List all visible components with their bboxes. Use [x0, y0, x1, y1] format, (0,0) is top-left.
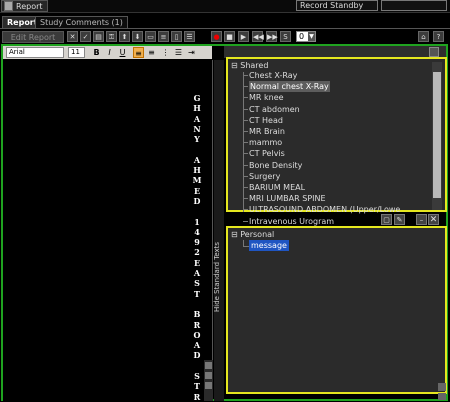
print-icon[interactable]: ▤ — [93, 31, 104, 42]
tree-line — [243, 153, 248, 154]
font-select[interactable]: Arial — [6, 47, 64, 58]
minimize-icon[interactable]: – — [416, 214, 427, 225]
tree-line — [243, 198, 248, 199]
tree-line — [243, 75, 248, 76]
hide-standard-texts-label[interactable]: Hide Standard Texts — [213, 242, 221, 312]
tree-line — [243, 209, 248, 210]
tree-line — [243, 120, 248, 121]
personal-root-label: Personal — [240, 230, 275, 239]
tree-line — [243, 187, 248, 188]
shared-item[interactable]: CT Head — [249, 115, 283, 126]
shared-item[interactable]: MR knee — [249, 92, 284, 103]
personal-item-message[interactable]: message — [249, 240, 289, 251]
tree-line — [243, 165, 248, 166]
bold-button[interactable]: B — [91, 47, 102, 58]
close-icon[interactable]: ✕ — [428, 214, 439, 225]
italic-button[interactable]: I — [104, 47, 115, 58]
move-down-icon[interactable]: ⬇ — [132, 31, 143, 42]
shared-item[interactable]: CT Pelvis — [249, 148, 285, 159]
edit-text-icon[interactable]: ✎ — [394, 214, 405, 225]
personal-texts-panel — [226, 226, 447, 394]
resize-handle[interactable] — [438, 383, 446, 391]
toolbar: Edit Report ✕ ✓ ▤ ⚿ ⬆ ⬇ ▭ ≡ ▯ ☰ ● ■ ▶ ◀◀… — [0, 31, 450, 44]
shared-item[interactable]: Normal chest X-Ray — [249, 81, 330, 92]
shared-item[interactable]: mammo — [249, 137, 282, 148]
report-icon — [4, 1, 13, 11]
numbered-list-icon[interactable]: ⋮ — [160, 47, 171, 58]
underline-button[interactable]: U — [117, 47, 128, 58]
move-up-icon[interactable]: ⬆ — [119, 31, 130, 42]
status-field-empty — [381, 0, 447, 11]
stop-icon[interactable]: ■ — [224, 31, 235, 42]
tree-line — [243, 176, 248, 177]
help-button[interactable]: ? — [433, 31, 444, 42]
rewind-icon[interactable]: ◀◀ — [252, 31, 264, 42]
shared-item[interactable]: CT abdomen — [249, 104, 300, 115]
editor-scrollbar[interactable] — [204, 360, 213, 401]
end-icon[interactable]: S — [280, 31, 291, 42]
shared-item[interactable]: Surgery — [249, 171, 280, 182]
collapse-icon[interactable]: ⊟ — [231, 230, 238, 239]
properties-icon[interactable]: ☰ — [184, 31, 195, 42]
shared-item[interactable]: Chest X-Ray — [249, 70, 297, 81]
format-bar: Arial 11 B I U ≡ ≡ ⋮ ☰ ⇥ — [3, 46, 212, 59]
new-text-icon[interactable]: ▢ — [381, 214, 392, 225]
shared-item[interactable]: ULTRASOUND ABDOMEN (Upper/Lowe — [249, 204, 400, 215]
document-icon[interactable]: ▯ — [171, 31, 182, 42]
tools-icon[interactable]: ✕ — [67, 31, 78, 42]
record-status-field: Record Standby — [296, 0, 378, 11]
scroll-down-icon[interactable] — [205, 372, 212, 379]
collapse-icon[interactable]: ⊟ — [231, 61, 238, 70]
record-icon[interactable]: ● — [211, 31, 222, 42]
settings-icon[interactable]: ⌂ — [418, 31, 429, 42]
shared-root[interactable]: ⊟ Shared — [231, 61, 268, 70]
chevron-down-icon[interactable]: ▼ — [308, 32, 315, 41]
tab-divider — [0, 28, 450, 29]
scroll-bottom-icon[interactable] — [205, 382, 212, 389]
shared-item[interactable]: Bone Density — [249, 160, 302, 171]
page-icon[interactable]: ▭ — [145, 31, 156, 42]
patient-address-text: GHANYAHMED1492EASTBROADSTR — [192, 93, 202, 402]
report-menu-button[interactable]: Report — [1, 0, 48, 12]
align-left-icon[interactable]: ≡ — [133, 47, 144, 58]
align-center-icon[interactable]: ≡ — [146, 47, 157, 58]
panel-menu-icon[interactable] — [429, 47, 439, 57]
tree-line — [243, 131, 248, 132]
personal-root[interactable]: ⊟ Personal — [231, 230, 274, 239]
indent-icon[interactable]: ⇥ — [186, 47, 197, 58]
shared-root-label: Shared — [240, 61, 269, 70]
shared-scroll-thumb[interactable] — [433, 72, 441, 198]
fast-forward-icon[interactable]: ▶▶ — [266, 31, 278, 42]
hide-standard-texts-strip[interactable] — [214, 60, 224, 401]
tree-line — [243, 109, 248, 110]
shared-item[interactable]: BARIUM MEAL — [249, 182, 305, 193]
report-editor[interactable] — [3, 60, 213, 401]
play-icon[interactable]: ▶ — [238, 31, 249, 42]
list-icon[interactable]: ≡ — [158, 31, 169, 42]
resize-handle[interactable] — [438, 393, 446, 400]
report-menu-label: Report — [16, 1, 43, 11]
tree-line — [243, 97, 248, 98]
key-icon[interactable]: ⚿ — [106, 31, 117, 42]
shared-item[interactable]: MR Brain — [249, 126, 285, 137]
bullet-list-icon[interactable]: ☰ — [173, 47, 184, 58]
tree-line — [243, 221, 248, 222]
approve-icon[interactable]: ✓ — [80, 31, 91, 42]
tree-line — [243, 86, 248, 87]
shared-item[interactable]: MRI LUMBAR SPINE — [249, 193, 326, 204]
font-size-select[interactable]: 11 — [68, 47, 85, 58]
scroll-up-icon[interactable] — [205, 362, 212, 369]
edit-report-button[interactable]: Edit Report — [2, 31, 64, 43]
tree-line — [243, 142, 248, 143]
